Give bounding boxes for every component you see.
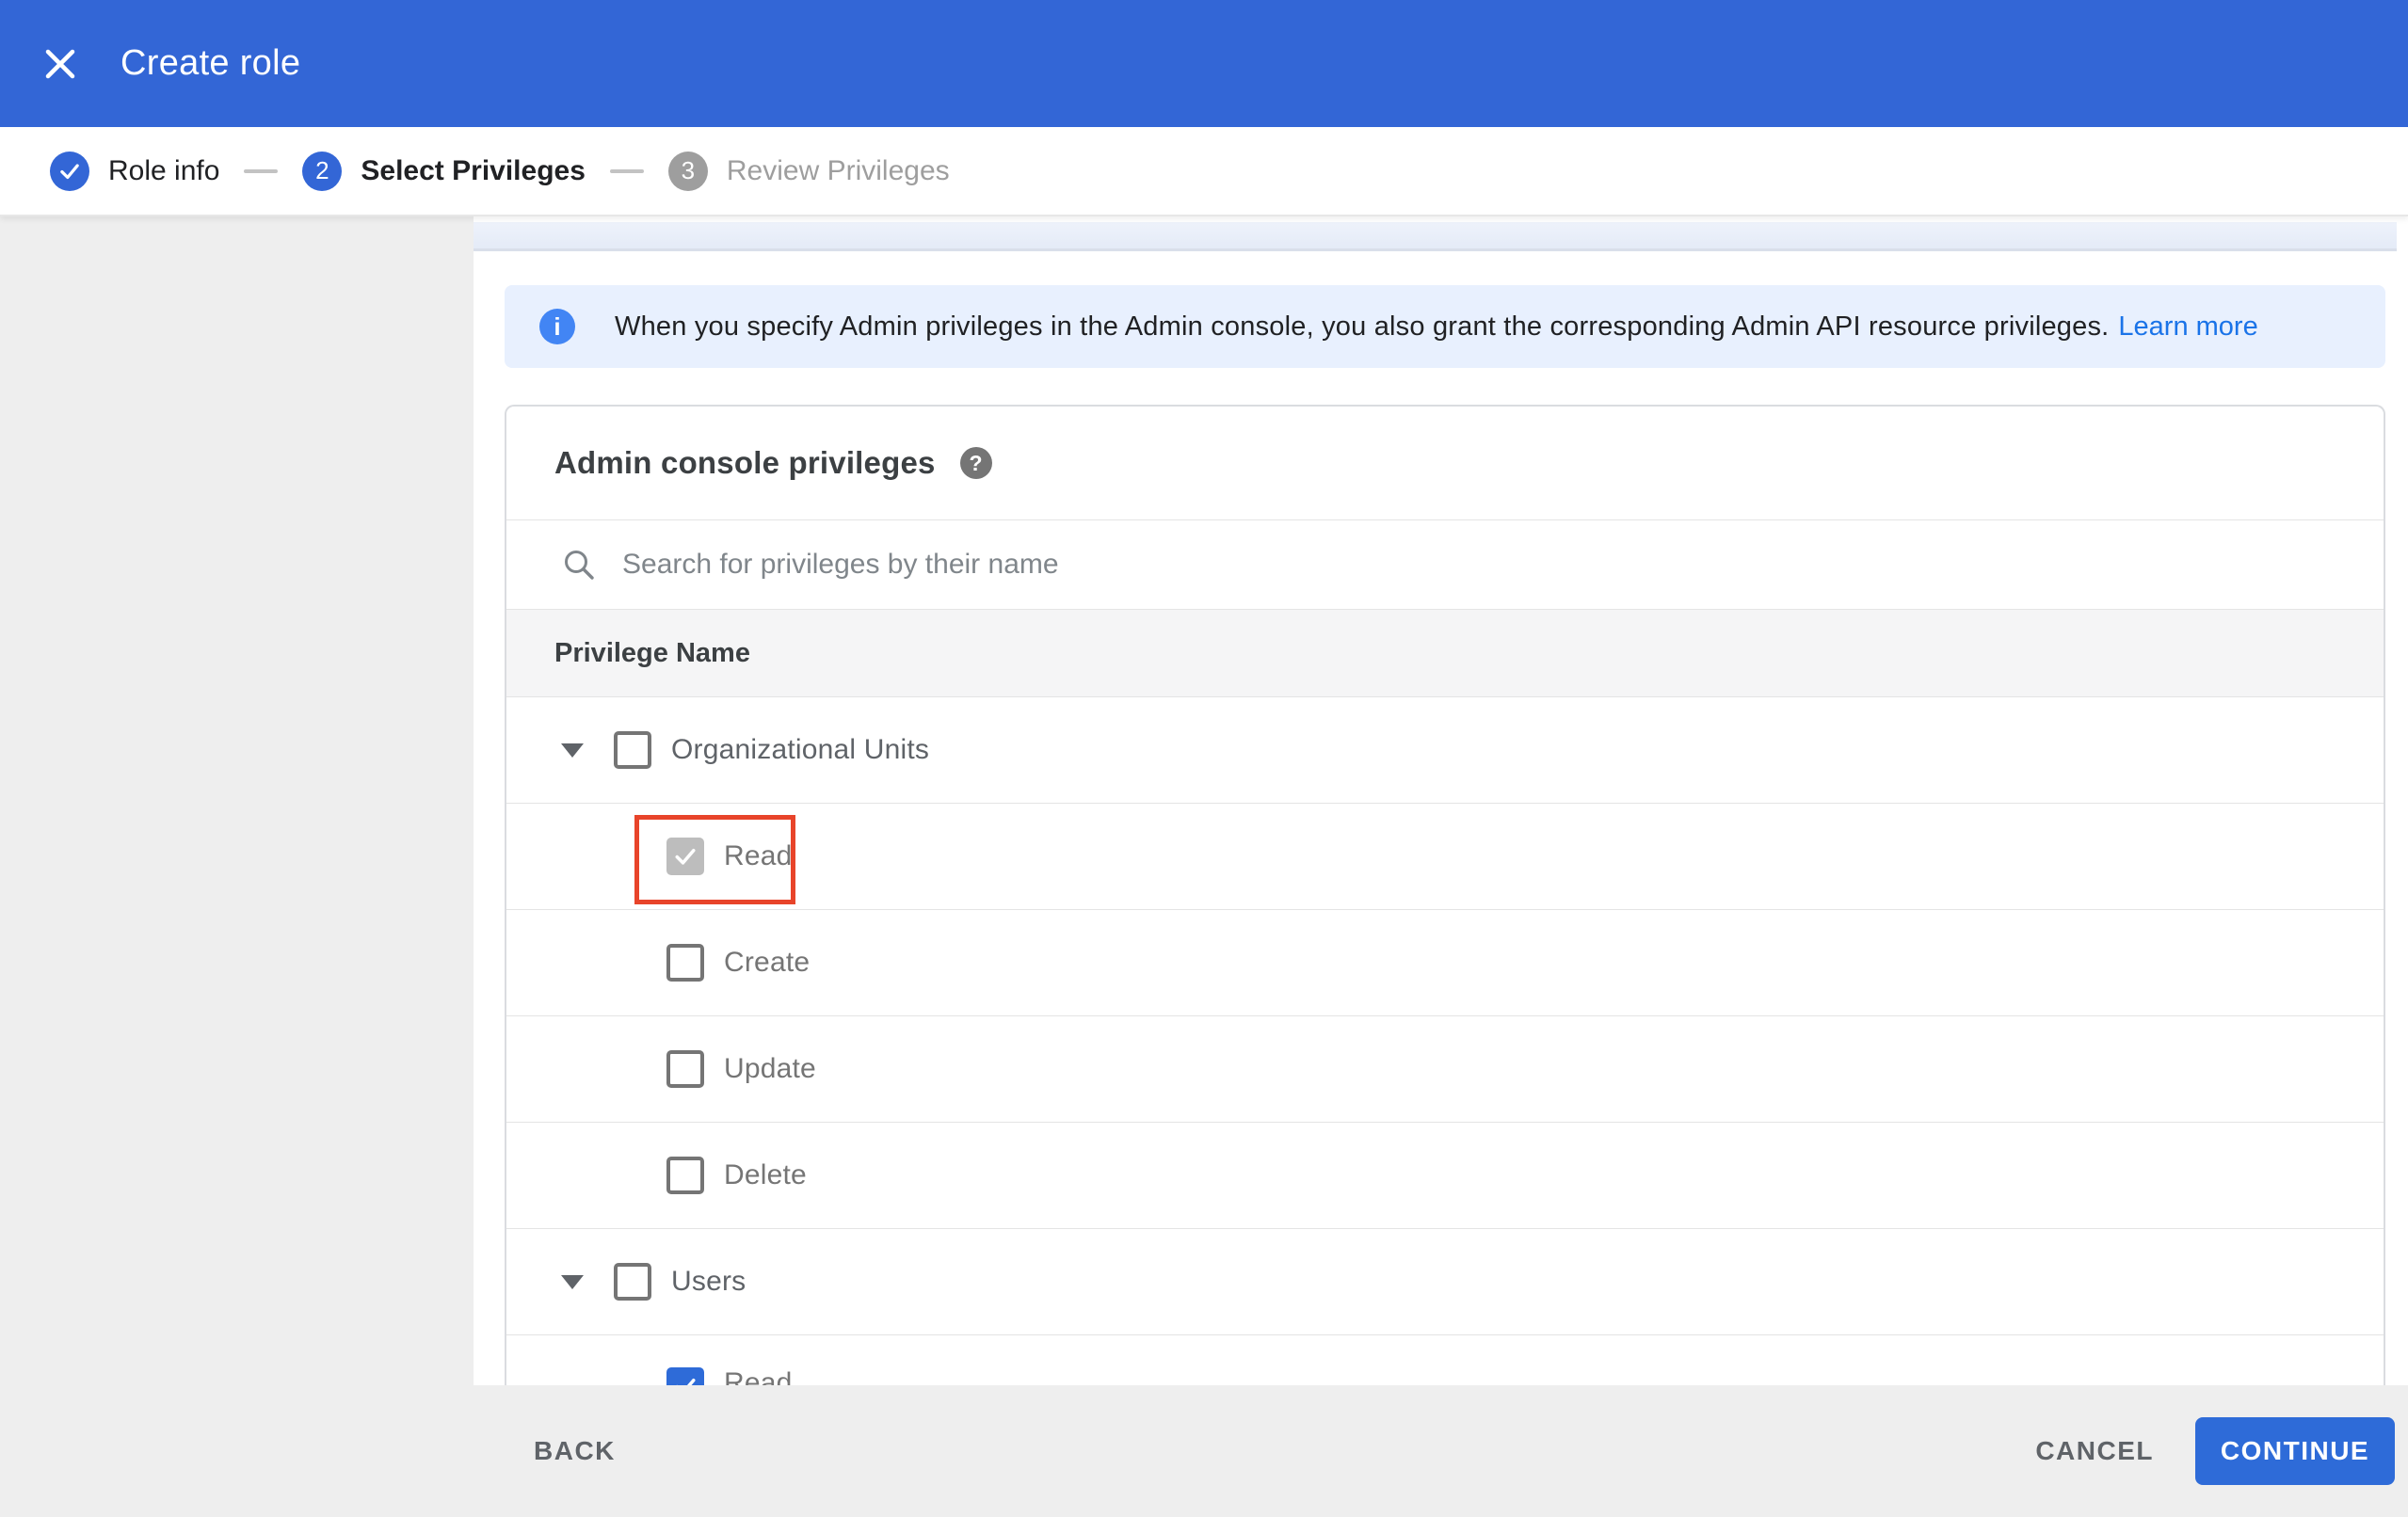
check-icon	[676, 1379, 696, 1385]
card-title: Admin console privileges	[554, 445, 936, 480]
action-bar: BACK CANCEL CONTINUE	[0, 1385, 2408, 1517]
step-review-privileges[interactable]: 3 Review Privileges	[667, 151, 950, 191]
row-label: Read	[724, 840, 793, 871]
table-row: Create	[506, 909, 2384, 1015]
info-banner-text: When you specify Admin privileges in the…	[615, 311, 2110, 342]
check-icon	[60, 163, 79, 179]
table-row: Read	[506, 1334, 2384, 1385]
step-separator	[244, 168, 279, 173]
table-row: Delete	[506, 1122, 2384, 1228]
checkbox-delete-org-units[interactable]	[666, 1157, 704, 1194]
table-header-label: Privilege Name	[554, 637, 750, 668]
table-row: Read	[506, 803, 2384, 909]
checkbox-update-org-units[interactable]	[666, 1050, 704, 1088]
checkbox-read-org-units[interactable]	[666, 838, 704, 875]
stepper: Role info 2 Select Privileges 3 Review P…	[0, 127, 2408, 216]
table-header: Privilege Name	[506, 609, 2384, 696]
help-icon[interactable]: ?	[959, 447, 992, 479]
admin-privileges-card: Admin console privileges ? Privilege Nam…	[505, 405, 2385, 1385]
row-label: Delete	[724, 1159, 807, 1190]
continue-button[interactable]: CONTINUE	[2195, 1417, 2395, 1485]
step-1-label: Role info	[108, 154, 220, 186]
info-banner: i When you specify Admin privileges in t…	[505, 285, 2385, 368]
info-icon: i	[539, 309, 575, 344]
checkbox-organizational-units[interactable]	[614, 731, 651, 769]
learn-more-link[interactable]: Learn more	[2118, 311, 2257, 343]
left-panel	[0, 216, 474, 1385]
back-button[interactable]: BACK	[534, 1436, 616, 1466]
collapse-arrow-icon[interactable]	[561, 743, 584, 758]
checkbox-read-users[interactable]	[666, 1367, 704, 1385]
row-label: Users	[671, 1266, 746, 1297]
page-title: Create role	[120, 43, 301, 83]
search-icon	[565, 551, 594, 580]
create-role-dialog: Create role Role info 2 Select Privilege…	[0, 0, 2408, 1517]
step-2-indicator: 2	[302, 151, 343, 191]
table-row: Organizational Units	[506, 696, 2384, 803]
step-1-indicator	[50, 151, 89, 191]
checkbox-users[interactable]	[614, 1263, 651, 1301]
step-3-label: Review Privileges	[726, 154, 950, 186]
step-role-info[interactable]: Role info	[50, 151, 220, 191]
row-label: Create	[724, 947, 811, 978]
collapse-arrow-icon[interactable]	[561, 1274, 584, 1289]
cancel-button[interactable]: CANCEL	[2035, 1436, 2154, 1466]
step-3-indicator: 3	[667, 151, 708, 191]
privilege-search-input[interactable]	[620, 548, 2036, 582]
app-header: Create role	[0, 0, 2408, 127]
privilege-search-row	[506, 519, 2384, 609]
step-2-label: Select Privileges	[361, 154, 586, 186]
table-row: Users	[506, 1228, 2384, 1334]
row-label: Read	[724, 1367, 793, 1385]
table-row: Update	[506, 1015, 2384, 1122]
step-select-privileges[interactable]: 2 Select Privileges	[302, 151, 586, 191]
row-label: Update	[724, 1053, 816, 1084]
content-area: i When you specify Admin privileges in t…	[0, 216, 2408, 1385]
card-title-row: Admin console privileges ?	[506, 407, 2384, 519]
close-icon	[45, 49, 75, 79]
check-icon	[675, 849, 696, 865]
scrolled-content-edge	[474, 222, 2397, 251]
close-button[interactable]	[38, 41, 83, 87]
row-label: Organizational Units	[671, 734, 930, 765]
checkbox-create-org-units[interactable]	[666, 944, 704, 982]
step-separator	[609, 168, 644, 173]
